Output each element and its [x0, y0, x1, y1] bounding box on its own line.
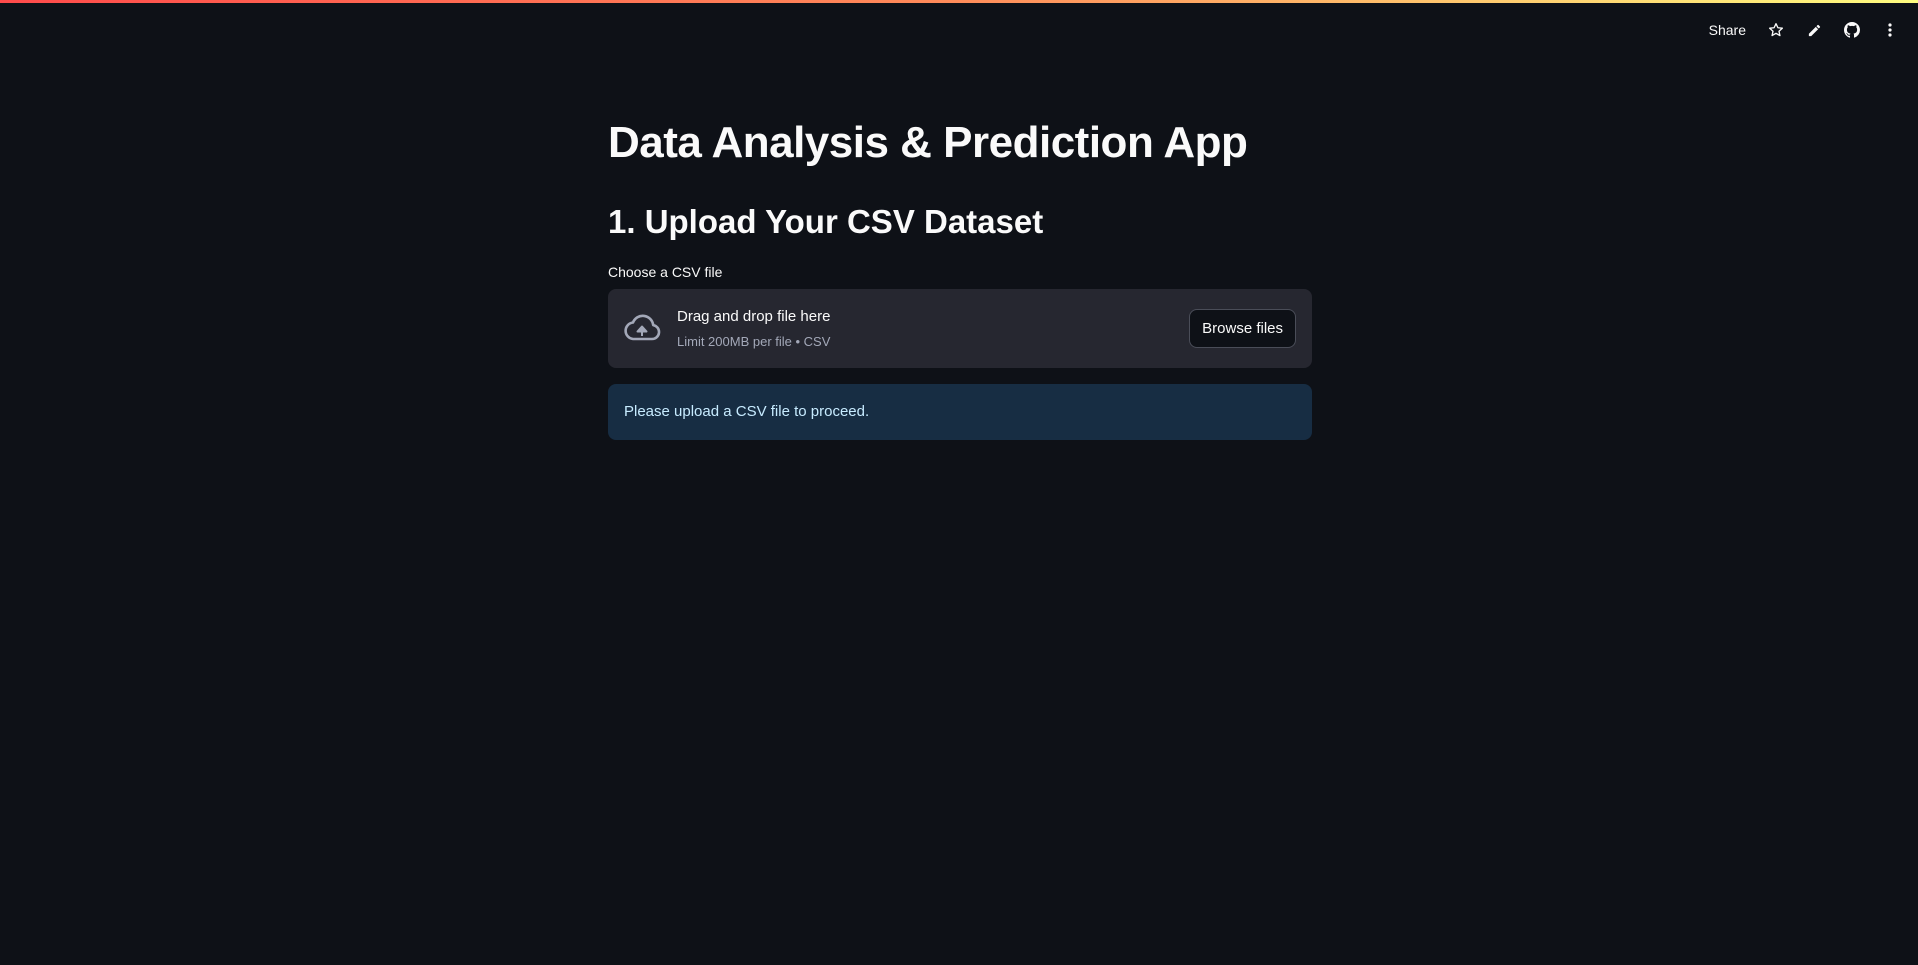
star-icon[interactable]: [1768, 22, 1784, 38]
file-uploader-label: Choose a CSV file: [608, 264, 723, 280]
more-vertical-icon[interactable]: [1882, 22, 1898, 38]
header-toolbar: Share: [1709, 22, 1898, 38]
share-button[interactable]: Share: [1709, 22, 1746, 38]
page-title: Data Analysis & Prediction App: [608, 118, 1248, 167]
file-dropzone[interactable]: Drag and drop file here Limit 200MB per …: [608, 289, 1312, 368]
github-icon[interactable]: [1844, 22, 1860, 38]
info-alert: Please upload a CSV file to proceed.: [608, 384, 1312, 440]
dropzone-limit-text: Limit 200MB per file • CSV: [677, 334, 831, 349]
cloud-upload-icon: [623, 312, 661, 344]
section-heading: 1. Upload Your CSV Dataset: [608, 203, 1044, 240]
top-decoration-bar: [0, 0, 1918, 3]
dropzone-instruction: Drag and drop file here: [677, 308, 831, 325]
browse-files-button[interactable]: Browse files: [1189, 309, 1296, 348]
pencil-icon[interactable]: [1806, 22, 1822, 38]
